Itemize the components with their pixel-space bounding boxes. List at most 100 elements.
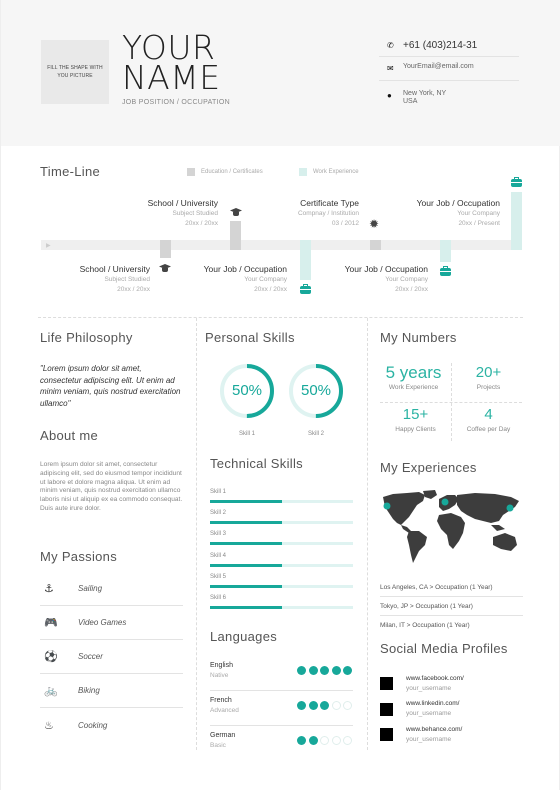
- rating-dot-filled: [297, 701, 306, 710]
- rating-dot-filled: [343, 666, 352, 675]
- passion-item: 🎮 Video Games: [40, 606, 183, 640]
- timeline-entry-subtitle: Subject Studied: [172, 210, 218, 217]
- contact-list: ✆ +61 (403)214-31 ✉ YourEmail@email.com …: [379, 38, 519, 111]
- timeline-entry-dates: 20xx / 20xx: [254, 286, 287, 293]
- map-greenland: [423, 490, 437, 499]
- timeline-entry-dates: 20xx / Present: [458, 220, 500, 227]
- timeline-bar-education: [230, 221, 241, 250]
- graduation-cap-icon: [230, 207, 242, 217]
- social-item-facebook[interactable]: www.facebook.com/ your_username: [380, 671, 523, 697]
- timeline-bar-work: [300, 240, 311, 280]
- phone-number: +61 (403)214-31: [403, 40, 478, 51]
- numbers-grid: 5 years Work Experience 20+ Projects 15+…: [380, 363, 522, 441]
- timeline-entry: Certificate Type Compnay / Institution 0…: [298, 198, 359, 229]
- technical-skill-bar: [210, 521, 353, 525]
- social-url[interactable]: www.linkedin.com/: [406, 699, 459, 709]
- social-list: www.facebook.com/ your_username www.link…: [380, 671, 523, 748]
- timeline-entry: School / University Subject Studied 20xx…: [148, 198, 218, 229]
- passion-label: Video Games: [78, 618, 127, 627]
- timeline-bar-work: [511, 192, 522, 250]
- column-divider: [196, 318, 197, 750]
- map-south-america: [407, 531, 427, 563]
- facebook-icon: [380, 677, 393, 691]
- timeline-entry-subtitle: Subject Studied: [104, 276, 150, 283]
- technical-skill-fill: [210, 605, 282, 609]
- timeline-entry: Your Job / Occupation Your Company 20xx …: [345, 264, 428, 295]
- timeline-start-arrow-icon: ▶: [46, 243, 51, 249]
- technical-skill-label: Skill 6: [210, 594, 227, 601]
- legend-education: Education / Certificates: [187, 168, 263, 176]
- map-indonesia: [491, 525, 505, 531]
- rating-dot-filled: [320, 666, 329, 675]
- life-philosophy-quote: "Lorem ipsum dolor sit amet, consectetur…: [40, 364, 181, 408]
- language-item: French Advanced: [210, 691, 353, 726]
- skill-ring: 50%: [219, 363, 275, 419]
- rating-dot-empty: [331, 701, 341, 710]
- legend-work: Work Experience: [299, 168, 359, 176]
- passion-item: 🚲 Biking: [40, 674, 183, 708]
- contact-phone: ✆ +61 (403)214-31: [379, 38, 519, 57]
- languages-list: English Native French Advanced German Ba…: [210, 656, 353, 761]
- social-handle: your_username: [406, 710, 452, 718]
- briefcase-icon: [300, 284, 311, 294]
- personal-skills-title: Personal Skills: [205, 330, 295, 345]
- technical-skill: Skill 1: [210, 487, 353, 508]
- technical-skill-label: Skill 1: [210, 489, 227, 495]
- my-experiences-title: My Experiences: [380, 460, 477, 475]
- technical-skill-bar: [210, 605, 353, 609]
- social-item-behance[interactable]: www.behance.com/ your_username: [380, 722, 523, 748]
- skill-ring: 50%: [288, 363, 344, 419]
- map-marker-los-angeles[interactable]: [383, 502, 391, 510]
- rating-dot-filled: [308, 736, 318, 745]
- timeline-entry-title: School / University: [79, 264, 150, 274]
- envelope-icon: ✉: [387, 64, 394, 73]
- language-item: English Native: [210, 656, 353, 691]
- map-marker-milan[interactable]: [441, 498, 449, 506]
- passion-label: Cooking: [78, 720, 108, 730]
- timeline-entry: School / University Subject Studied 20xx…: [80, 264, 150, 295]
- timeline-entry: Your Job / Occupation Your Company 20xx …: [204, 264, 287, 295]
- social-profiles-title: Social Media Profiles: [380, 641, 508, 656]
- section-divider: [38, 317, 523, 318]
- photo-placeholder[interactable]: FILL THE SHAPE WITH YOU PICTURE: [41, 40, 109, 104]
- social-item-linkedin[interactable]: www.linkedin.com/ your_username: [380, 697, 523, 723]
- social-handle: your_username: [406, 684, 452, 692]
- timeline-entry-dates: 03 / 2012: [331, 220, 359, 227]
- number-value: 20+: [475, 364, 502, 381]
- contact-address: ● New York, NY USA: [379, 81, 519, 111]
- rating-dot-empty: [320, 736, 329, 745]
- email-address[interactable]: YourEmail@email.com: [403, 63, 474, 71]
- technical-skill-fill: [210, 584, 282, 588]
- timeline-title: Time-Line: [40, 164, 101, 179]
- technical-skill-bar: [210, 584, 353, 588]
- timeline-entry-subtitle: Your Company: [385, 276, 428, 283]
- timeline-entry-title: Certificate Type: [300, 198, 359, 208]
- social-url[interactable]: www.behance.com/: [406, 725, 462, 735]
- about-me-text: Lorem ipsum dolor sit amet, consectetur …: [40, 461, 183, 512]
- passion-label: Soccer: [78, 652, 103, 661]
- timeline-bar-education: [160, 240, 171, 258]
- behance-icon: [380, 728, 393, 742]
- my-numbers-title: My Numbers: [380, 330, 457, 345]
- passion-label: Biking: [78, 686, 100, 695]
- rating-dot-filled: [297, 736, 306, 745]
- skill-ring-label: Skill 2: [307, 431, 324, 437]
- map-marker-tokyo[interactable]: [506, 504, 514, 512]
- rating-dot-empty: [331, 736, 341, 745]
- social-url[interactable]: www.facebook.com/: [406, 674, 464, 684]
- name-line-2: NAME: [122, 58, 221, 97]
- rating-dot-filled: [331, 666, 341, 675]
- passion-label: Sailing: [78, 584, 103, 593]
- number-label: Happy Clients: [395, 426, 436, 433]
- passion-item: ♨ Cooking: [40, 708, 183, 742]
- passion-item: ⚽ Soccer: [40, 640, 183, 674]
- rating-dot-filled: [297, 666, 306, 675]
- legend-swatch-education: [187, 168, 195, 176]
- number-value: 15+: [402, 406, 429, 423]
- location-pin-icon: ●: [387, 91, 392, 100]
- address: New York, NY USA: [403, 90, 446, 106]
- number-stat: 5 years Work Experience: [378, 363, 449, 393]
- social-handle: your_username: [406, 735, 452, 743]
- technical-skill-fill: [210, 521, 282, 525]
- technical-skill-fill: [210, 500, 282, 503]
